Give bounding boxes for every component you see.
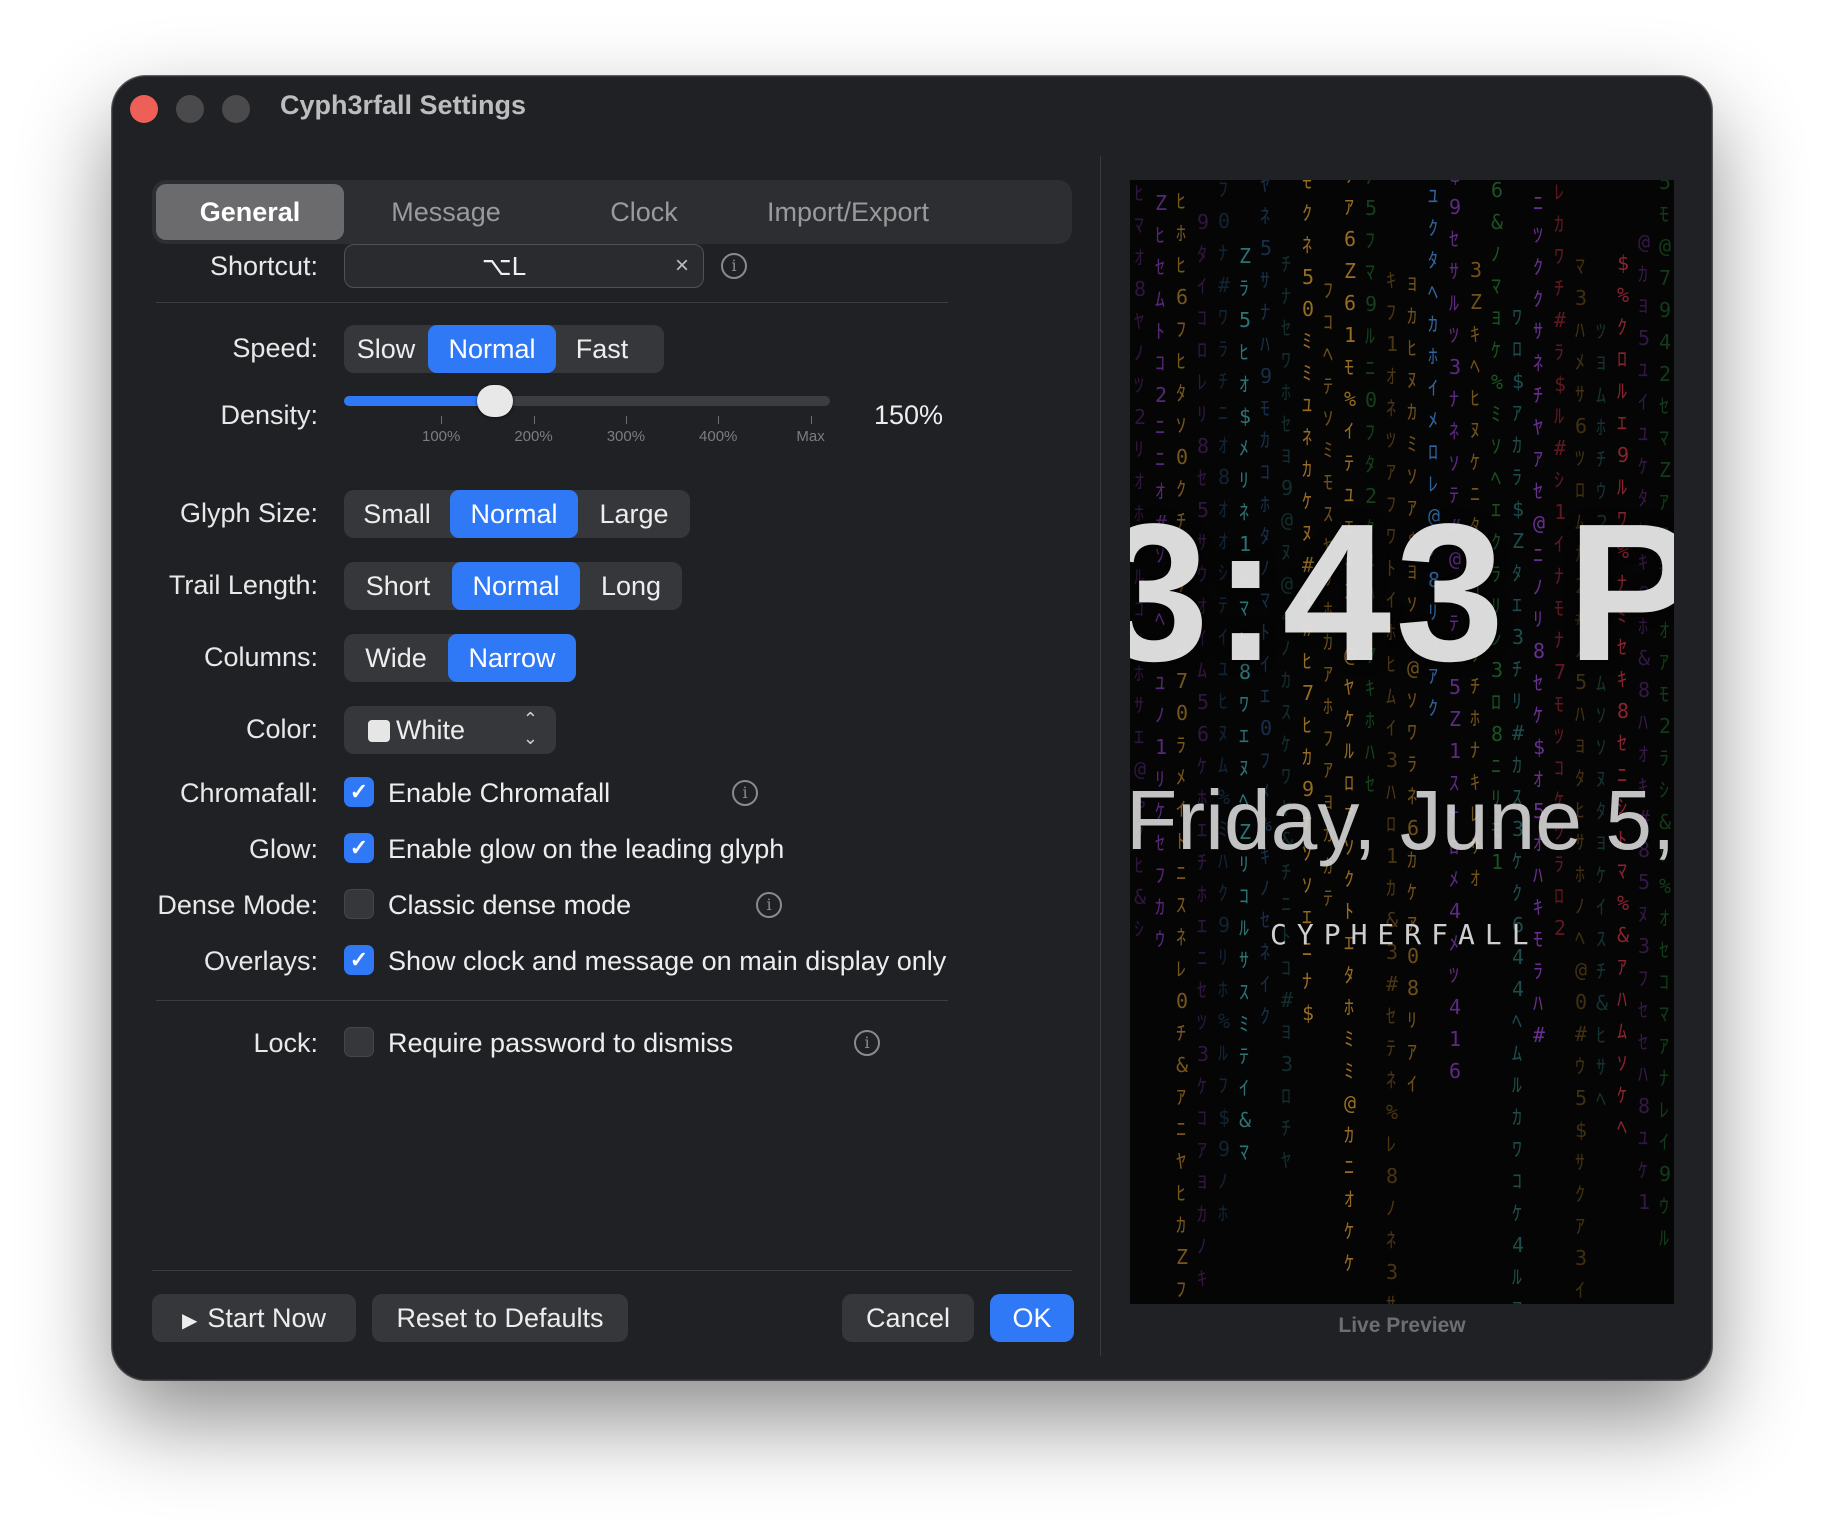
- trail-length-option-long[interactable]: Long: [580, 562, 682, 610]
- tab-clock[interactable]: Clock: [550, 184, 738, 240]
- density-tick-label: 300%: [606, 428, 646, 445]
- glow-checkbox[interactable]: ✓: [344, 833, 374, 863]
- checkmark-icon: ✓: [349, 779, 369, 804]
- color-label: Color:: [245, 714, 318, 744]
- density-tick: [718, 416, 720, 424]
- live-preview: ﾋ ﾏ ｵ 8 ﾔ ﾉ ﾂ 2 ﾘ ｵ ﾎ ｿ ﾙ ｺ ﾒ ﾎ ｻ ｴ @ $ …: [1130, 180, 1674, 1304]
- lock-checkbox[interactable]: [344, 1027, 374, 1057]
- preview-date: Friday, June 5, 2026: [1130, 773, 1674, 867]
- chromafall-info-icon[interactable]: i: [732, 780, 758, 806]
- ok-button[interactable]: OK: [990, 1294, 1074, 1342]
- glyph-size-segmented-control: Small Normal Large: [344, 490, 690, 538]
- footer-divider: [152, 1270, 1072, 1271]
- density-tick-label: Max: [796, 428, 825, 445]
- preview-brand: CYPHERFALL: [1270, 918, 1539, 951]
- density-tick-label: 100%: [422, 428, 461, 445]
- color-value: White: [396, 715, 466, 745]
- speed-option-fast[interactable]: Fast: [556, 325, 648, 373]
- glyph-size-option-large[interactable]: Large: [578, 490, 690, 538]
- density-tick: [810, 416, 812, 424]
- window-title: Cyph3rfall Settings: [280, 90, 527, 120]
- density-value: 150%: [874, 400, 944, 430]
- speed-segmented-control: Slow Normal Fast: [344, 325, 664, 373]
- preview-caption: Live Preview: [1338, 1314, 1466, 1337]
- chevron-up-down-icon: ⌃ ⌄: [522, 709, 538, 748]
- chromafall-text: Enable Chromafall: [388, 778, 611, 808]
- shortcut-recorder[interactable]: ⌥L ×: [344, 244, 704, 288]
- pane-divider: [1100, 156, 1101, 1356]
- columns-option-narrow[interactable]: Narrow: [448, 634, 576, 682]
- preview-clock: 3:43 PM: [1130, 483, 1674, 702]
- density-tick: [625, 416, 627, 424]
- overlays-label: Overlays:: [203, 946, 318, 976]
- glyph-size-option-small[interactable]: Small: [344, 490, 450, 538]
- overlays-text: Show clock and message on main display o…: [388, 946, 947, 976]
- speed-option-slow[interactable]: Slow: [344, 325, 428, 373]
- tab-import-export[interactable]: Import/Export: [748, 184, 948, 240]
- lock-text: Require password to dismiss: [388, 1028, 734, 1058]
- density-tick: [533, 416, 535, 424]
- reset-defaults-button[interactable]: Reset to Defaults: [372, 1294, 628, 1342]
- density-slider[interactable]: [344, 385, 830, 417]
- checkmark-icon: ✓: [349, 947, 369, 972]
- chromafall-checkbox[interactable]: ✓: [344, 777, 374, 807]
- dense-mode-checkbox[interactable]: [344, 889, 374, 919]
- start-now-button[interactable]: ▶ Start Now: [152, 1294, 356, 1342]
- rain-column: ﾄ ﾋ ﾎ ﾋ 6 ﾌ ﾋ ﾀ ｿ 0 ｸ ﾁ 1 7 $ # 7 0 ﾗ ﾒ …: [1176, 180, 1189, 1301]
- chromafall-label: Chromafall:: [179, 778, 318, 808]
- glyph-size-option-normal[interactable]: Normal: [450, 490, 578, 538]
- rain-column: @ ｶ ﾖ 5 ﾕ ｲ ﾕ ｹ ﾀ ﾚ ｷ 0 ﾎ & 8 ﾊ ｵ ｷ # 8 …: [1638, 230, 1651, 1214]
- rain-column: 9 ﾀ ｲ ｺ ﾛ ﾚ ﾘ 8 ｾ 5 ｻ ｳ ｵ ｲ ﾑ 5 6 ｹ ﾎ ｴ …: [1197, 210, 1210, 1290]
- color-popup-button[interactable]: White ⌃ ⌄: [344, 706, 556, 754]
- rain-column: ﾁ ﾅ ｾ ﾜ ﾎ ｾ ﾖ 9 @ ﾇ @ 4 ﾉ ｶ ｽ ｹ ﾜ ﾔ & ﾁ …: [1281, 252, 1294, 1172]
- rain-column: ﾂ ﾖ ﾑ ﾎ ﾁ ｳ 2 ﾎ ｿ ﾑ ﾙ ﾑ ｿ ｿ ﾇ ﾀ ﾖ ｹ ｲ ｽ …: [1596, 319, 1609, 1111]
- divider: [156, 1000, 948, 1001]
- clear-shortcut-icon[interactable]: ×: [675, 245, 689, 287]
- shortcut-keys: ⌥L: [481, 251, 527, 281]
- rain-column: ﾍ 5 ﾓ @ 7 9 4 2 ｾ ﾏ Z ｱ ﾌ # ﾘ ｵ ｱ ﾓ 2 ﾗ …: [1659, 180, 1672, 1250]
- shortcut-label: Shortcut:: [209, 251, 318, 281]
- minimize-window-button[interactable]: [176, 95, 204, 123]
- dense-mode-info-icon[interactable]: i: [756, 892, 782, 918]
- close-window-button[interactable]: [130, 95, 158, 123]
- glyph-size-label: Glyph Size:: [179, 498, 318, 528]
- divider: [156, 302, 948, 303]
- rain-column: ｻ ｱ 6 Z 6 1 ﾓ % ｲ ﾃ ﾕ ｴ ﾖ ﾇ ﾂ @ ﾔ ｹ ﾙ ﾛ …: [1344, 180, 1357, 1275]
- zoom-window-button[interactable]: [222, 95, 250, 123]
- tab-general[interactable]: General: [156, 184, 344, 240]
- density-slider-fill: [344, 396, 495, 406]
- density-tick: [441, 416, 443, 424]
- lock-info-icon[interactable]: i: [854, 1030, 880, 1056]
- start-now-label: Start Now: [207, 1303, 326, 1333]
- cancel-button[interactable]: Cancel: [842, 1294, 974, 1342]
- columns-segmented-control: Wide Narrow: [344, 634, 576, 682]
- overlays-checkbox[interactable]: ✓: [344, 945, 374, 975]
- glow-label: Glow:: [248, 834, 318, 864]
- speed-option-normal[interactable]: Normal: [428, 325, 556, 373]
- trail-length-label: Trail Length:: [168, 570, 318, 600]
- speed-label: Speed:: [232, 333, 318, 363]
- settings-window: Cyph3rfall Settings General Message Cloc…: [112, 76, 1712, 1380]
- shortcut-info-icon[interactable]: i: [721, 253, 747, 279]
- density-label: Density:: [220, 400, 318, 430]
- trail-length-segmented-control: Short Normal Long: [344, 562, 682, 610]
- lock-label: Lock:: [253, 1028, 318, 1058]
- tab-bar: General Message Clock Import/Export: [152, 180, 1072, 244]
- density-tick-label: 200%: [514, 428, 553, 445]
- glow-text: Enable glow on the leading glyph: [388, 834, 785, 864]
- dense-mode-text: Classic dense mode: [388, 890, 632, 920]
- columns-label: Columns:: [203, 642, 318, 672]
- color-swatch: [368, 720, 390, 742]
- play-icon: ▶: [182, 1310, 198, 1332]
- trail-length-option-normal[interactable]: Normal: [452, 562, 580, 610]
- columns-option-wide[interactable]: Wide: [344, 634, 448, 682]
- dense-mode-label: Dense Mode:: [157, 890, 318, 920]
- density-slider-knob[interactable]: [476, 385, 513, 417]
- trail-length-option-short[interactable]: Short: [344, 562, 452, 610]
- density-tick-label: 400%: [699, 428, 738, 445]
- checkmark-icon: ✓: [349, 835, 369, 860]
- tab-message[interactable]: Message: [352, 184, 540, 240]
